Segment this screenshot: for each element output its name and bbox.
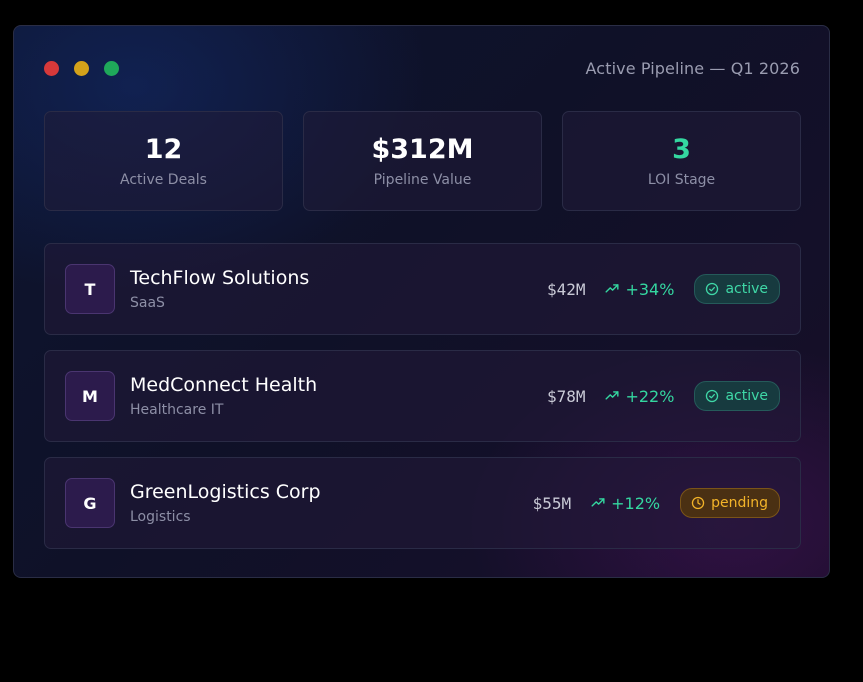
- trending-up-icon: [591, 498, 605, 507]
- deal-metrics: $78M +22% active: [547, 380, 780, 412]
- company-name: MedConnect Health: [130, 374, 318, 396]
- clock-icon: [691, 496, 705, 510]
- company-sector: SaaS: [130, 295, 165, 311]
- deal-row-medconnect[interactable]: M MedConnect Health Healthcare IT $78M +…: [44, 350, 801, 442]
- trending-up-icon: [605, 391, 620, 400]
- growth-value: +22%: [625, 386, 675, 406]
- stat-label: Active Deals: [120, 172, 207, 188]
- stats-row: 12 Active Deals $312M Pipeline Value 3 L…: [44, 111, 801, 211]
- company-sector: Logistics: [130, 509, 191, 525]
- deal-growth: +34%: [605, 280, 674, 299]
- growth-value: +12%: [611, 493, 661, 513]
- window-title: Active Pipeline — Q1 2026: [585, 59, 800, 78]
- status-label: pending: [711, 495, 768, 511]
- deal-row-greenlogistics[interactable]: G GreenLogistics Corp Logistics $55M +12…: [44, 457, 801, 549]
- company-name: GreenLogistics Corp: [130, 481, 321, 503]
- trending-up-icon: [605, 284, 620, 293]
- stat-card-active-deals: 12 Active Deals: [44, 111, 283, 211]
- company-name: TechFlow Solutions: [130, 267, 310, 289]
- deal-metrics: $55M +12% pending: [533, 487, 780, 519]
- status-label: active: [725, 281, 768, 297]
- company-avatar: T: [65, 264, 115, 314]
- stat-value: $312M: [371, 134, 474, 165]
- deal-metrics: $42M +34% active: [547, 273, 780, 305]
- status-badge: active: [694, 274, 780, 304]
- stat-label: Pipeline Value: [373, 172, 472, 188]
- company-avatar: M: [65, 371, 115, 421]
- deal-growth: +22%: [605, 387, 674, 406]
- close-window-button[interactable]: [44, 61, 59, 76]
- minimize-window-button[interactable]: [74, 61, 89, 76]
- stat-card-loi-stage: 3 LOI Stage: [562, 111, 801, 211]
- deal-amount: $78M: [546, 386, 586, 406]
- maximize-window-button[interactable]: [104, 61, 119, 76]
- company-sector: Healthcare IT: [130, 402, 224, 418]
- app-window: Active Pipeline — Q1 2026 12 Active Deal…: [13, 25, 830, 578]
- deal-row-techflow[interactable]: T TechFlow Solutions SaaS $42M +34% acti…: [44, 243, 801, 335]
- check-circle-icon: [706, 389, 719, 403]
- stat-value: 12: [144, 134, 183, 165]
- deal-amount: $55M: [532, 493, 572, 513]
- stat-label: LOI Stage: [647, 172, 716, 188]
- deal-amount: $42M: [546, 279, 586, 299]
- growth-value: +34%: [625, 279, 675, 299]
- status-badge: active: [694, 381, 780, 411]
- deal-growth: +12%: [591, 494, 660, 513]
- stat-card-pipeline-value: $312M Pipeline Value: [303, 111, 542, 211]
- window-controls: [44, 61, 119, 76]
- deals-list: T TechFlow Solutions SaaS $42M +34% acti…: [44, 243, 801, 564]
- check-circle-icon: [706, 282, 719, 296]
- status-label: active: [725, 388, 768, 404]
- company-avatar: G: [65, 478, 115, 528]
- stat-value: 3: [672, 134, 691, 165]
- status-badge: pending: [680, 488, 780, 518]
